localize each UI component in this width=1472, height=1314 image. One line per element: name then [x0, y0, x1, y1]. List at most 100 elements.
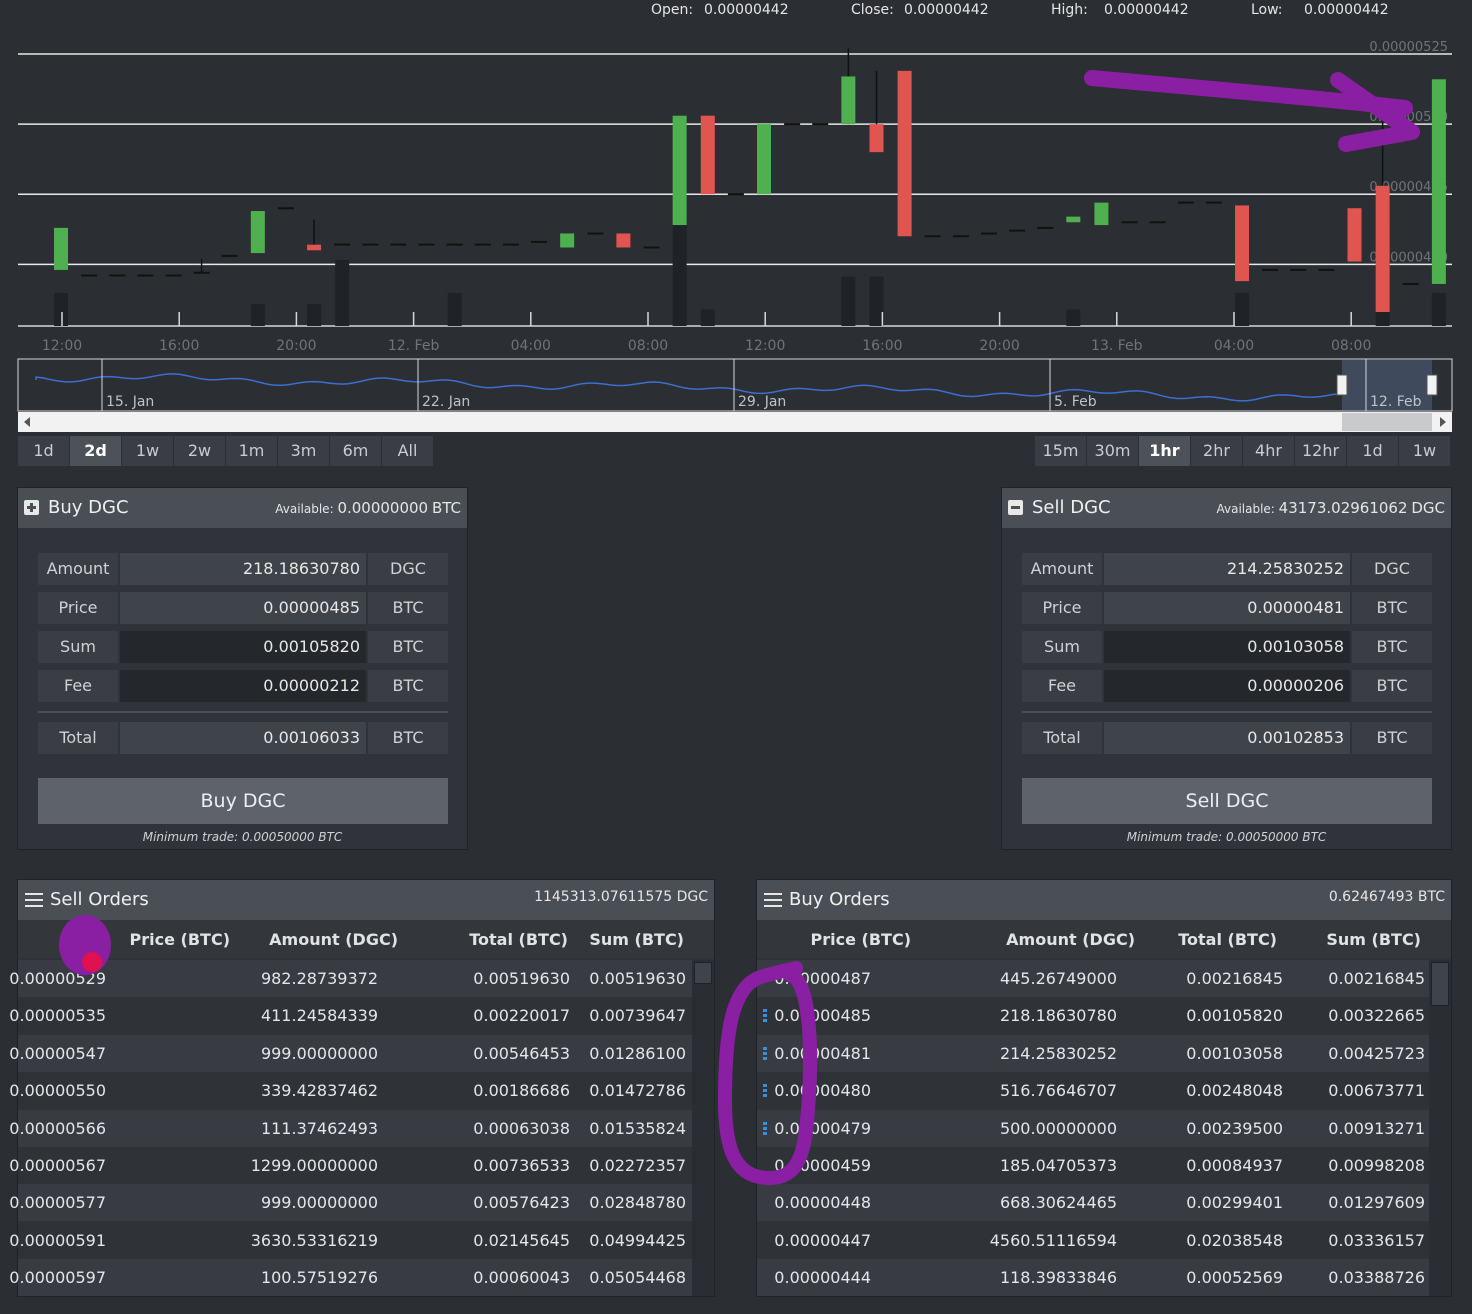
row-amount: 1299.00000000 [250, 1156, 378, 1175]
col-amount[interactable]: Amount (DGC) [1006, 930, 1135, 949]
col-price[interactable]: Price (BTC) [811, 930, 911, 949]
x-tick-label: 16:00 [159, 338, 199, 354]
navigator-handle-left[interactable] [1336, 374, 1348, 396]
col-price[interactable]: Price (BTC) [130, 930, 230, 949]
sell-orders-scrollbar[interactable] [692, 960, 714, 1296]
buy-orders-scrollbar[interactable] [1429, 960, 1451, 1296]
row-sum: 0.00739647 [589, 1006, 686, 1026]
candle-body [700, 115, 715, 195]
available-label: Available: [275, 502, 334, 516]
buy-total-row: Total 0.00106033 BTC [38, 722, 448, 754]
row-amount: 500.00000000 [999, 1118, 1117, 1138]
candle-body [1235, 205, 1250, 282]
row-sum: 0.02272357 [589, 1156, 686, 1175]
table-row[interactable]: 0.00000597 100.57519276 0.00060043 0.050544… [9, 1259, 692, 1297]
col-sum[interactable]: Sum (BTC) [589, 930, 684, 949]
candle-body [307, 244, 322, 251]
row-amount: 185.04705373 [999, 1156, 1117, 1175]
range-button-1d[interactable]: 1d [18, 436, 70, 466]
row-sum: 0.05054468 [589, 1268, 686, 1288]
table-row[interactable]: 0.00000591 3630.53316219 0.02145645 0.04994… [9, 1221, 692, 1259]
row-total: 0.00084937 [1186, 1156, 1283, 1175]
table-row[interactable]: 0.00000577 999.00000000 0.00576423 0.028487… [9, 1184, 692, 1222]
plus-square-icon[interactable] [24, 500, 39, 515]
table-row[interactable]: 0.00000547 999.00000000 0.00546453 0.012861… [9, 1034, 692, 1072]
buy-price-input[interactable]: 0.00000485 [120, 592, 366, 624]
range-button-2w[interactable]: 2w [174, 436, 226, 466]
total-unit: BTC [1352, 722, 1432, 754]
scroll-thumb[interactable] [1431, 962, 1449, 1006]
volume-bar [307, 304, 322, 326]
sell-dgc-button[interactable]: Sell DGC [1022, 778, 1432, 824]
own-order-dots-icon[interactable] [763, 1084, 767, 1098]
buy-price-row: Price 0.00000485 BTC [38, 592, 448, 624]
candlestick-chart-svg[interactable]: 0.000005250.000005000.000004750.00000450… [0, 0, 1472, 436]
volume-bar [250, 304, 265, 326]
table-row[interactable]: 0.00000529 982.28739372 0.00519630 0.005196… [9, 960, 692, 997]
volume-bar [700, 309, 715, 326]
interval-button-1w[interactable]: 1w [1399, 436, 1451, 466]
interval-button-15m[interactable]: 15m [1035, 436, 1087, 466]
x-tick-label: 04:00 [1214, 338, 1254, 354]
sell-amount-input[interactable]: 214.25830252 [1104, 553, 1350, 585]
buy-total-input[interactable]: 0.00106033 [120, 722, 366, 754]
table-row[interactable]: 0.00000567 1299.00000000 0.00736533 0.02272… [9, 1147, 692, 1184]
row-price: 0.00000566 [9, 1118, 106, 1138]
interval-button-1d[interactable]: 1d [1347, 436, 1399, 466]
total-label: Total [1022, 722, 1102, 754]
row-total: 0.00220017 [473, 1006, 570, 1026]
table-row[interactable]: 0.00000566 111.37462493 0.00063038 0.015358… [9, 1109, 692, 1147]
col-sum[interactable]: Sum (BTC) [1326, 930, 1421, 949]
chart-scrollbar-thumb[interactable] [1342, 413, 1432, 431]
row-total: 0.00546453 [473, 1043, 570, 1063]
navigator-handle-right[interactable] [1426, 374, 1438, 396]
own-order-dots-icon[interactable] [763, 1121, 767, 1136]
sell-sum-row: Sum 0.00103058 BTC [1022, 631, 1432, 663]
own-order-dots-icon[interactable] [763, 1009, 767, 1023]
table-row[interactable]: 0.00000459 185.04705373 0.00084937 0.009982… [757, 1147, 1429, 1184]
table-row[interactable]: 0.00000447 4560.51116594 0.02038548 0.03336… [757, 1221, 1429, 1259]
range-button-2d[interactable]: 2d [70, 436, 122, 466]
interval-button-12hr[interactable]: 12hr [1295, 436, 1347, 466]
candle-body [1094, 202, 1109, 226]
table-row[interactable]: 0.00000550 339.42837462 0.00186686 0.014727… [9, 1072, 692, 1110]
buy-panel: Buy DGC Available: 0.00000000 BTC Amount… [17, 487, 468, 850]
col-amount[interactable]: Amount (DGC) [269, 930, 398, 949]
low-value: 0.00000442 [1304, 2, 1389, 18]
sell-price-input[interactable]: 0.00000481 [1104, 592, 1350, 624]
scroll-thumb[interactable] [694, 962, 712, 984]
range-button-1w[interactable]: 1w [122, 436, 174, 466]
sell-total-input[interactable]: 0.00102853 [1104, 722, 1350, 754]
amount-label: Amount [1022, 553, 1102, 585]
table-row[interactable]: 0.00000485 218.18630780 0.00105820 0.003226… [757, 997, 1429, 1035]
table-row[interactable]: 0.00000487 445.26749000 0.00216845 0.002168… [757, 960, 1429, 997]
interval-button-30m[interactable]: 30m [1087, 436, 1139, 466]
table-row[interactable]: 0.00000480 516.76646707 0.00248048 0.006737… [757, 1072, 1429, 1110]
row-price: 0.00000480 [774, 1081, 871, 1101]
row-amount: 999.00000000 [260, 1193, 378, 1213]
own-order-dots-icon[interactable] [763, 1046, 767, 1061]
buy-amount-input[interactable]: 218.18630780 [120, 553, 366, 585]
interval-button-2hr[interactable]: 2hr [1191, 436, 1243, 466]
amount-label: Amount [38, 553, 118, 585]
interval-button-4hr[interactable]: 4hr [1243, 436, 1295, 466]
volume-bar [1235, 293, 1250, 326]
table-row[interactable]: 0.00000479 500.00000000 0.00239500 0.009132… [757, 1109, 1429, 1147]
minus-square-icon[interactable] [1008, 500, 1023, 515]
table-row[interactable]: 0.00000448 668.30624465 0.00299401 0.012976… [757, 1184, 1429, 1222]
range-button-all[interactable]: All [382, 436, 434, 466]
col-total[interactable]: Total (BTC) [469, 930, 568, 949]
amount-unit: DGC [368, 553, 448, 585]
range-button-1m[interactable]: 1m [226, 436, 278, 466]
low-label: Low: [1251, 2, 1283, 18]
volume-bar [1431, 293, 1446, 326]
table-row[interactable]: 0.00000481 214.25830252 0.00103058 0.004257… [757, 1034, 1429, 1072]
table-row[interactable]: 0.00000535 411.24584339 0.00220017 0.007396… [9, 997, 692, 1035]
range-button-6m[interactable]: 6m [330, 436, 382, 466]
interval-button-1hr[interactable]: 1hr [1139, 436, 1191, 466]
col-total[interactable]: Total (BTC) [1178, 930, 1277, 949]
table-row[interactable]: 0.00000444 118.39833846 0.00052569 0.033887… [757, 1259, 1429, 1297]
buy-dgc-button[interactable]: Buy DGC [38, 778, 448, 824]
row-amount: 411.24584339 [260, 1006, 378, 1026]
range-button-3m[interactable]: 3m [278, 436, 330, 466]
